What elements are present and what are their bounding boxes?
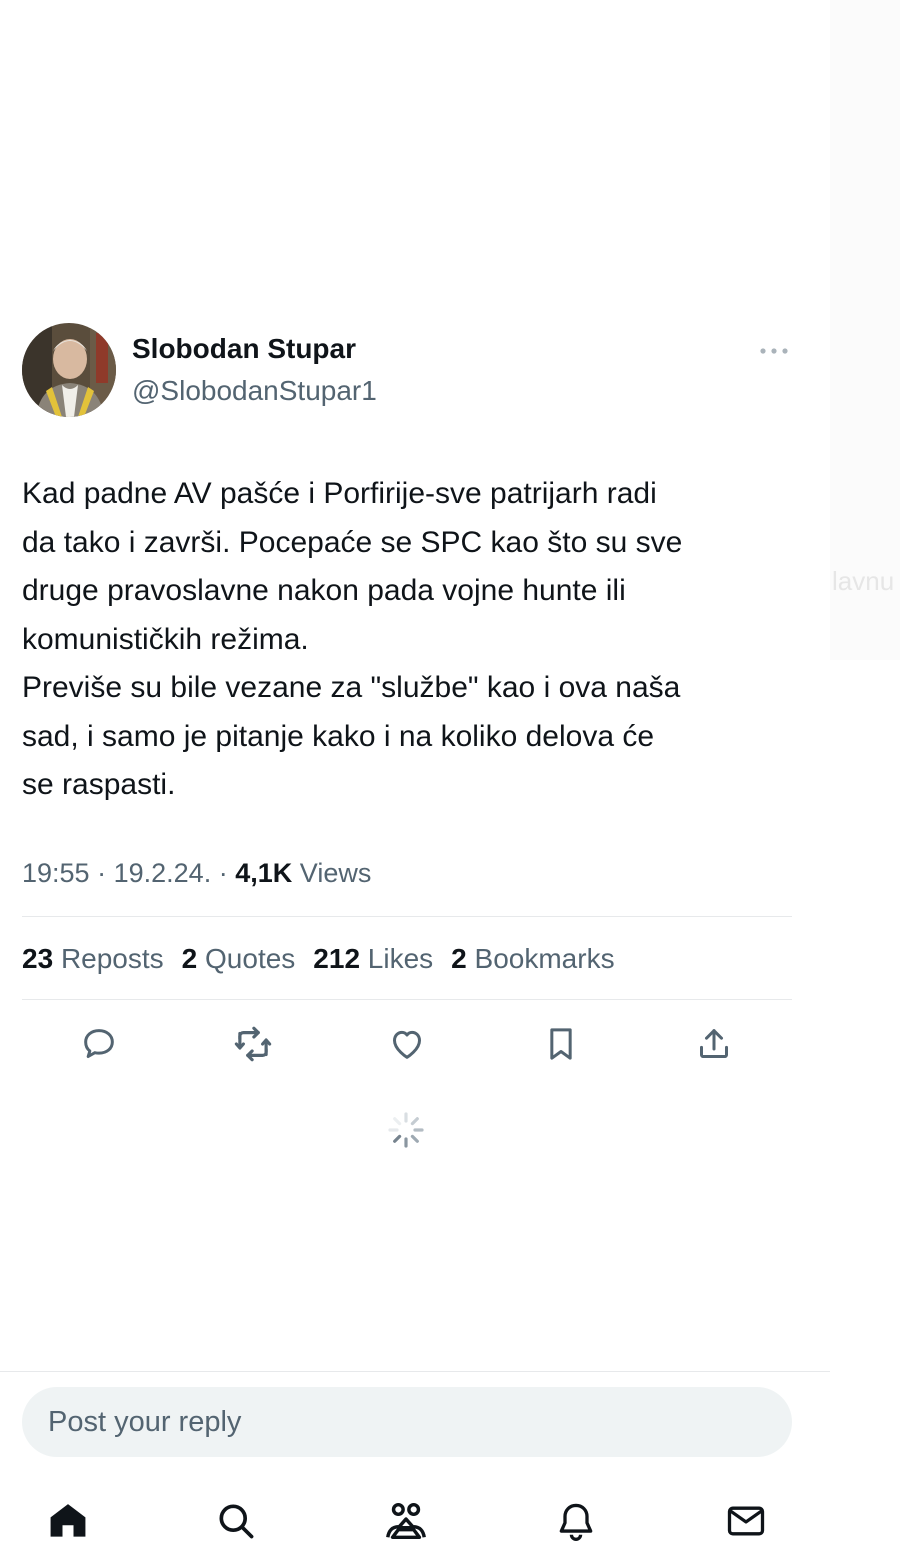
repost-icon: [234, 1026, 272, 1062]
nav-notifications[interactable]: [551, 1496, 601, 1546]
tweet-meta: 19:55 · 19.2.24. · 4,1K Views: [22, 858, 371, 889]
views-label: Views: [299, 858, 372, 888]
tweet-time[interactable]: 19:55: [22, 858, 90, 888]
author-name[interactable]: Slobodan Stupar: [132, 333, 356, 365]
tweet-date[interactable]: 19.2.24.: [114, 858, 212, 888]
heart-icon: [393, 1030, 421, 1059]
meta-separator: ·: [97, 858, 107, 888]
reposts-count: 23: [22, 943, 54, 974]
likes-stat[interactable]: 212 Likes: [313, 943, 433, 975]
avatar[interactable]: [22, 323, 116, 417]
reposts-label: Reposts: [60, 943, 164, 974]
bookmarks-stat[interactable]: 2 Bookmarks: [451, 943, 614, 975]
bookmark-icon: [550, 1028, 572, 1060]
quotes-label: Quotes: [205, 943, 296, 974]
share-icon: [700, 1029, 728, 1058]
background-text-fragment: lavnu: [832, 566, 895, 596]
nav-home[interactable]: [43, 1496, 93, 1546]
notifications-icon: [559, 1503, 593, 1541]
search-icon: [219, 1504, 254, 1539]
reply-input[interactable]: Post your reply: [22, 1387, 792, 1457]
likes-label: Likes: [367, 943, 434, 974]
communities-icon: [386, 1502, 426, 1540]
divider: [22, 916, 792, 917]
more-options-button[interactable]: [752, 336, 796, 366]
reposts-stat[interactable]: 23 Reposts: [22, 943, 164, 975]
engagement-stats: 23 Reposts 2 Quotes 212 Likes 2 Bookmark…: [22, 943, 615, 975]
tweet-text: Kad padne AV pašće i Porfirije-sve patri…: [22, 477, 683, 801]
more-horizontal-icon: [760, 348, 788, 354]
meta-separator: ·: [218, 858, 228, 888]
like-button[interactable]: [385, 1022, 429, 1066]
reply-button[interactable]: [77, 1022, 121, 1066]
share-button[interactable]: [692, 1022, 736, 1066]
bookmarks-label: Bookmarks: [474, 943, 615, 974]
nav-messages[interactable]: [721, 1496, 771, 1546]
quotes-count: 2: [181, 943, 198, 974]
bookmark-button[interactable]: [539, 1022, 583, 1066]
bookmarks-count: 2: [451, 943, 467, 974]
quotes-stat[interactable]: 2 Quotes: [182, 943, 296, 975]
home-icon: [50, 1504, 86, 1537]
author-handle[interactable]: @SlobodanStupar1: [132, 375, 377, 407]
tweet-detail-page: lavnu Slobodan Stupar @SlobodanStupar1 K…: [0, 0, 900, 1567]
nav-communities[interactable]: [381, 1496, 431, 1546]
reply-icon: [84, 1029, 114, 1058]
background-panel: [830, 0, 900, 1567]
loading-spinner-icon: [386, 1110, 426, 1150]
views-count: 4,1K: [235, 858, 293, 888]
likes-count: 212: [313, 943, 361, 974]
messages-icon: [727, 1506, 765, 1536]
repost-button[interactable]: [231, 1022, 275, 1066]
divider: [22, 999, 792, 1000]
divider: [0, 1371, 830, 1372]
nav-search[interactable]: [211, 1496, 261, 1546]
